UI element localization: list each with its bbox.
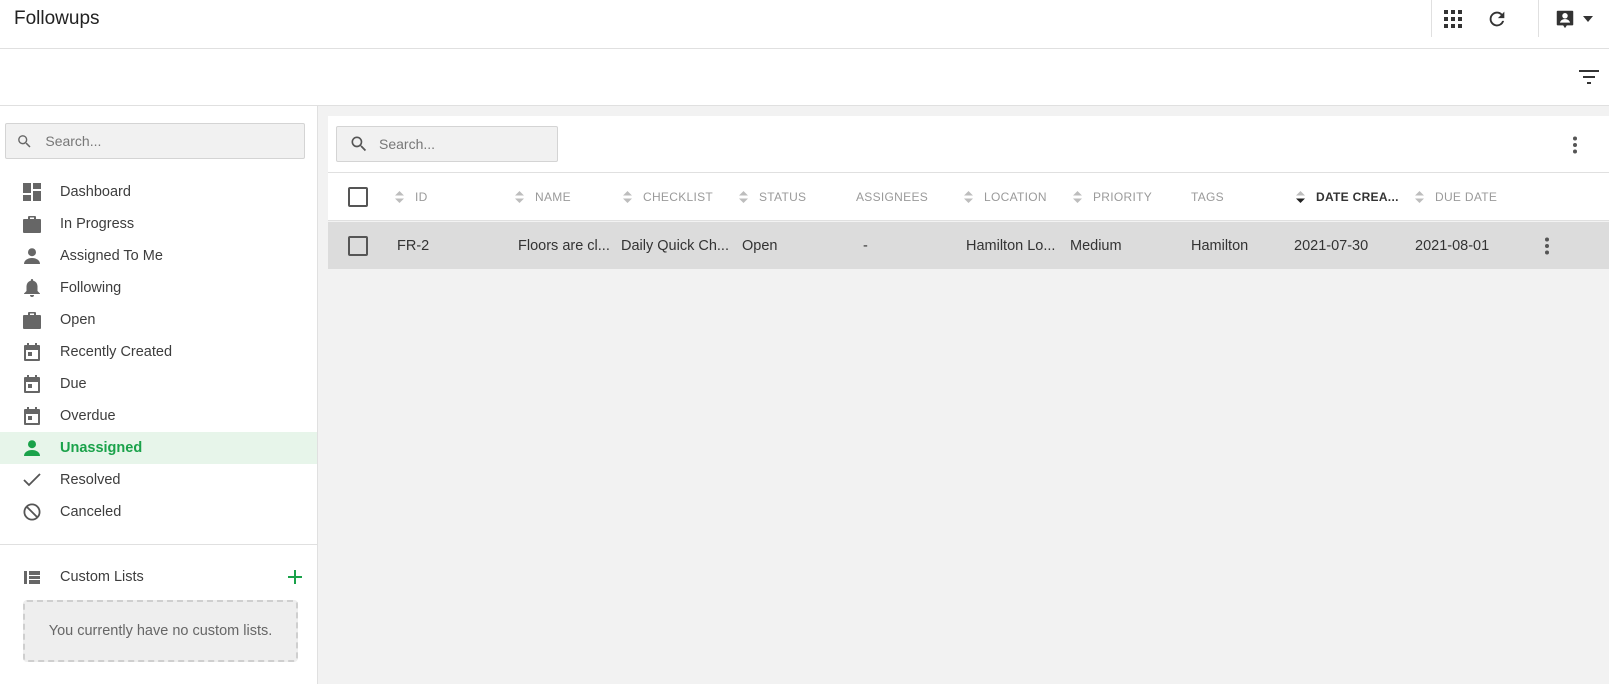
person-icon: [22, 246, 42, 266]
column-header-assignees: ASSIGNEES: [856, 190, 929, 204]
row-checkbox[interactable]: [348, 235, 368, 256]
check-icon: [22, 470, 42, 490]
block-icon: [22, 502, 42, 522]
column-header-id[interactable]: ID: [393, 173, 503, 221]
sort-icon: [1413, 191, 1425, 203]
sidebar-item-label: Resolved: [60, 472, 121, 488]
row-select-cell: [348, 222, 368, 269]
column-header-priority[interactable]: PRIORITY: [1071, 173, 1171, 221]
table-row[interactable]: FR-2 Floors are cl... Daily Quick Ch... …: [328, 222, 1609, 269]
sort-icon: [962, 191, 974, 203]
calendar-icon: [22, 342, 42, 362]
cell-due-date: 2021-08-01: [1415, 237, 1490, 254]
cell-priority: Medium: [1070, 237, 1122, 254]
sort-icon: [737, 191, 749, 203]
person-icon: [22, 438, 42, 458]
briefcase-icon: [22, 310, 42, 330]
dashboard-icon: [22, 182, 42, 202]
column-header-tags: TAGS: [1191, 190, 1224, 204]
row-more-vert-icon[interactable]: [1535, 234, 1559, 258]
custom-lists-label: Custom Lists: [60, 569, 144, 585]
sidebar-item-dashboard[interactable]: Dashboard: [0, 176, 317, 208]
more-vert-icon[interactable]: [1563, 133, 1587, 157]
column-header-checklist[interactable]: CHECKLIST: [621, 173, 731, 221]
add-custom-list-icon[interactable]: [284, 566, 306, 588]
sidebar-item-open[interactable]: Open: [0, 304, 317, 336]
custom-lists-empty: You currently have no custom lists.: [23, 600, 298, 662]
followups-list: ID NAME CHECKLIST STATUS ASSIGNEES LOCAT…: [328, 116, 1609, 684]
cell-name: Floors are cl...: [518, 237, 610, 254]
column-header-name[interactable]: NAME: [513, 173, 613, 221]
sidebar-item-label: Dashboard: [60, 184, 131, 200]
cell-date-created: 2021-07-30: [1294, 237, 1369, 254]
column-header-date-created[interactable]: DATE CREA...: [1294, 173, 1404, 221]
app-bar-action-group: [1432, 0, 1518, 37]
sidebar-item-resolved[interactable]: Resolved: [0, 464, 317, 496]
sidebar-item-canceled[interactable]: Canceled: [0, 496, 317, 528]
sidebar-item-label: Assigned To Me: [60, 248, 163, 264]
table-header: ID NAME CHECKLIST STATUS ASSIGNEES LOCAT…: [328, 173, 1609, 221]
cell-location: Hamilton Lo...: [966, 237, 1056, 254]
main-panel: ID NAME CHECKLIST STATUS ASSIGNEES LOCAT…: [318, 106, 1609, 684]
list-search-input[interactable]: [379, 136, 557, 152]
sidebar-item-unassigned[interactable]: Unassigned: [0, 432, 317, 464]
sidebar-item-overdue[interactable]: Overdue: [0, 400, 317, 432]
refresh-icon[interactable]: [1485, 7, 1509, 31]
cell-assignees: -: [863, 237, 868, 254]
sidebar-nav: Dashboard In Progress Assigned To Me Fol…: [0, 176, 317, 528]
cell-checklist: Daily Quick Ch...: [621, 237, 729, 254]
sort-icon: [513, 191, 525, 203]
select-all-checkbox[interactable]: [348, 187, 368, 207]
sort-icon: [1071, 191, 1083, 203]
filter-list-icon[interactable]: [1577, 65, 1601, 89]
list-icon: [22, 567, 42, 587]
sidebar-item-recently-created[interactable]: Recently Created: [0, 336, 317, 368]
cell-id: FR-2: [397, 237, 430, 254]
sort-icon: [393, 191, 405, 203]
sidebar-item-label: Following: [60, 280, 122, 296]
sidebar-item-following[interactable]: Following: [0, 272, 317, 304]
list-toolbar: [328, 116, 1609, 173]
filter-bar: [0, 49, 1609, 106]
search-icon: [349, 133, 369, 155]
divider: [0, 544, 317, 545]
sidebar-item-assigned-to-me[interactable]: Assigned To Me: [0, 240, 317, 272]
sidebar-search[interactable]: [5, 123, 305, 159]
briefcase-icon: [22, 214, 42, 234]
page-title: Followups: [14, 8, 100, 29]
sidebar-item-in-progress[interactable]: In Progress: [0, 208, 317, 240]
cell-tags: Hamilton: [1191, 237, 1249, 254]
column-header-due-date[interactable]: DUE DATE: [1413, 173, 1523, 221]
sidebar-search-input[interactable]: [45, 133, 304, 149]
column-header-location[interactable]: LOCATION: [962, 173, 1062, 221]
search-icon: [16, 131, 33, 151]
sort-desc-icon: [1294, 191, 1306, 203]
caret-down-icon[interactable]: [1581, 7, 1595, 31]
sidebar-item-label: In Progress: [60, 216, 135, 232]
custom-lists-header: Custom Lists: [22, 566, 310, 588]
sidebar-item-label: Open: [60, 312, 96, 328]
apps-grid-icon[interactable]: [1441, 7, 1465, 31]
sidebar-item-label: Due: [60, 376, 87, 392]
cell-status: Open: [742, 237, 778, 254]
sidebar-item-label: Recently Created: [60, 344, 173, 360]
account-box-icon[interactable]: [1553, 7, 1577, 31]
sidebar-item-due[interactable]: Due: [0, 368, 317, 400]
sidebar-item-label: Canceled: [60, 504, 122, 520]
calendar-icon: [22, 406, 42, 426]
app-bar-actions: [1431, 0, 1609, 48]
sidebar-item-label: Unassigned: [60, 440, 143, 456]
sidebar-item-label: Overdue: [60, 408, 116, 424]
column-header-status[interactable]: STATUS: [737, 173, 837, 221]
app-bar: Followups: [0, 0, 1609, 49]
sidebar: Dashboard In Progress Assigned To Me Fol…: [0, 106, 318, 684]
account-menu[interactable]: [1539, 0, 1609, 37]
calendar-icon: [22, 374, 42, 394]
sort-icon: [621, 191, 633, 203]
bell-icon: [22, 278, 42, 298]
list-search[interactable]: [336, 126, 558, 162]
select-all-cell: [348, 173, 368, 221]
